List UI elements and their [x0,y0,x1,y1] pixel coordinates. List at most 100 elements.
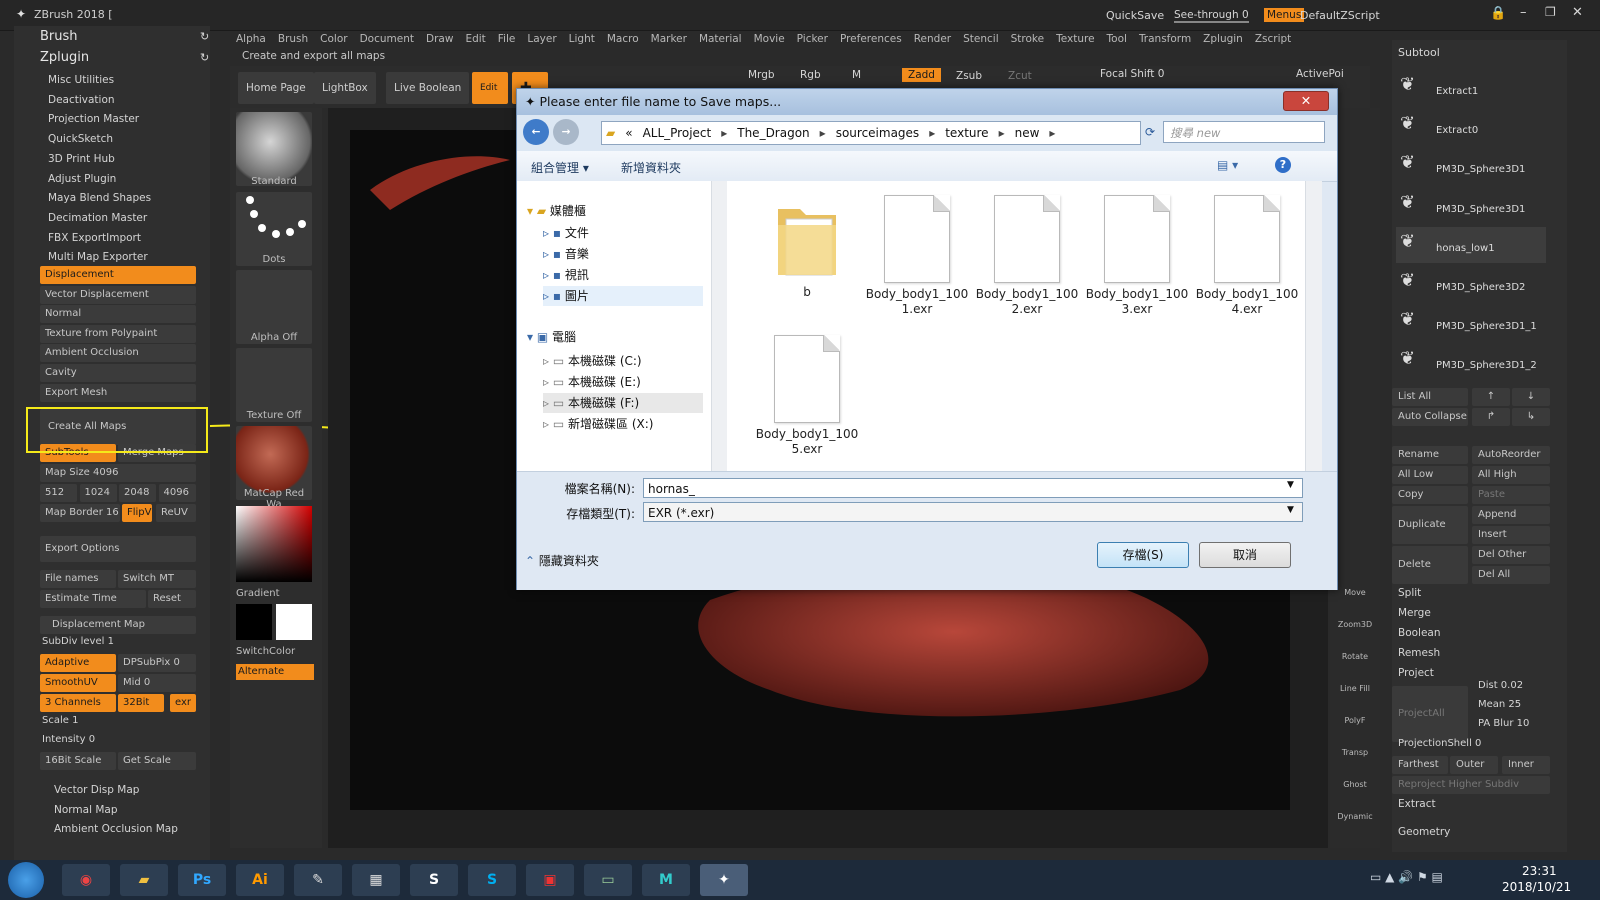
hide-folders-toggle[interactable]: ⌃ 隱藏資料夾 [525,552,599,569]
path-arrow-icon[interactable]: ▸ [929,126,935,140]
ao-map-section[interactable]: Ambient Occlusion Map [54,820,210,838]
switch-mt-button[interactable]: Switch MT [118,570,196,588]
plugin-item[interactable]: Multi Map Exporter [48,248,204,266]
minimize-icon[interactable]: – [1520,5,1527,20]
menu-picker[interactable]: Picker [791,30,834,48]
path-breadcrumb[interactable]: ▰ « ALL_Project ▸ The_Dragon ▸ sourceimages ▸ te… [601,121,1141,145]
organize-menu[interactable]: 組合管理 ▾ [531,159,589,176]
subtool-row[interactable]: ❦ PM3D_Sphere3D1 [1396,148,1546,184]
path-segment[interactable]: sourceimages [836,126,919,140]
live-boolean-button[interactable]: Live Boolean [386,72,470,104]
path-segment[interactable]: « [625,126,632,140]
path-segment[interactable]: new [1015,126,1040,140]
subtool-row[interactable]: ❦ honas_low1 [1396,226,1546,263]
search-input[interactable]: 搜尋 new [1163,121,1325,143]
menu-movie[interactable]: Movie [748,30,791,48]
close-icon[interactable]: ✕ [1572,5,1583,20]
insert-button[interactable]: Insert [1472,526,1550,544]
all-high-button[interactable]: All High [1472,466,1550,484]
map-size-preset[interactable]: 512 [40,484,77,502]
list-all-button[interactable]: List All [1392,388,1468,406]
alternate-toggle[interactable]: Alternate [236,664,314,680]
maya-icon[interactable]: M [642,864,690,896]
flipv-toggle[interactable]: FlipV [122,504,152,522]
map-size-preset[interactable]: 2048 [119,484,156,502]
shelf-button[interactable]: Line Fill [1334,684,1376,693]
merge-section[interactable]: Merge [1398,607,1431,619]
drive-item[interactable]: ▹ ▭ 本機磁碟 (E:) [543,372,641,392]
drive-item[interactable]: ▹ ▭ 新增磁碟區 (X:) [543,414,653,434]
primary-color-swatch[interactable] [236,604,272,640]
reuv-toggle[interactable]: ReUV [156,504,196,522]
map-border-slider[interactable]: Map Border 16 [40,504,120,522]
plugin-item[interactable]: Deactivation [48,91,204,109]
map-size-preset[interactable]: 4096 [158,484,196,502]
switchcolor-button[interactable]: SwitchColor [236,646,295,657]
map-size-preset[interactable]: 1024 [79,484,117,502]
adaptive-toggle[interactable]: Adaptive [40,654,116,672]
library-item[interactable]: ▹ ▪ 圖片 [543,286,703,306]
path-segment[interactable]: ALL_Project [643,126,712,140]
projection-shell-slider[interactable]: ProjectionShell 0 [1398,738,1481,749]
see-through-slider[interactable]: See-through 0 [1174,9,1249,23]
refresh-icon[interactable]: ⟳ [1145,125,1155,139]
zcut-button[interactable]: Zcut [1008,70,1032,82]
color-picker[interactable] [236,506,312,582]
secondary-color-swatch[interactable] [276,604,312,640]
menu-document[interactable]: Document [354,30,420,48]
subtool-row[interactable]: ❦ PM3D_Sphere3D2 [1396,266,1546,302]
sketchbook-icon[interactable]: S [410,864,458,896]
plugin-item[interactable]: Maya Blend Shapes [48,189,204,207]
menu-file[interactable]: File [492,30,522,48]
geometry-section[interactable]: Geometry [1398,826,1450,838]
menus-toggle[interactable]: Menus [1264,8,1305,22]
path-segment[interactable]: The_Dragon [737,126,809,140]
plugin-item[interactable]: Decimation Master [48,209,204,227]
menu-alpha[interactable]: Alpha [230,30,272,48]
project-all-button[interactable]: ProjectAll [1392,686,1468,742]
library-item[interactable]: ▹ ▪ 音樂 [543,244,589,264]
smoothuv-toggle[interactable]: SmoothUV [40,674,116,692]
shelf-button[interactable]: Rotate [1334,652,1376,661]
map-size-slider[interactable]: Map Size 4096 [40,464,196,482]
subdiv-level-slider[interactable]: SubDiv level 1 [42,633,198,651]
skype-icon[interactable]: S [468,864,516,896]
explorer-icon[interactable]: ▰ [120,864,168,896]
16bit-scale-button[interactable]: 16Bit Scale [40,752,116,770]
path-arrow-icon[interactable]: ▸ [999,126,1005,140]
delete-button[interactable]: Delete [1392,546,1468,584]
new-folder-button[interactable]: 新增資料夾 [621,159,681,176]
start-button-icon[interactable] [8,862,44,898]
path-arrow-icon[interactable]: ▸ [721,126,727,140]
append-button[interactable]: Append [1472,506,1550,524]
del-all-button[interactable]: Del All [1472,566,1550,584]
shelf-button[interactable]: Move [1334,588,1376,597]
file-item[interactable]: Body_body1_1005.exr [755,329,859,457]
zplugin-menu[interactable]: Zplugin [40,50,89,65]
remesh-section[interactable]: Remesh [1398,647,1440,659]
autoreorder-button[interactable]: AutoReorder [1472,446,1550,464]
refresh-icon[interactable]: ↻ [200,30,209,43]
file-item[interactable]: Body_body1_1003.exr [1085,189,1189,317]
libraries-node[interactable]: ▾ ▰ 媒體櫃 [527,201,586,221]
menu-preferences[interactable]: Preferences [834,30,908,48]
quicksave-button[interactable]: QuickSave [1106,9,1164,22]
all-low-button[interactable]: All Low [1392,466,1468,484]
menu-material[interactable]: Material [693,30,748,48]
get-scale-button[interactable]: Get Scale [118,752,196,770]
map-type-item[interactable]: Export Mesh [40,383,196,402]
bit-toggle[interactable]: 32Bit [118,694,164,712]
edit-button[interactable]: Edit [472,72,508,104]
monitor-icon[interactable]: ▭ [584,864,632,896]
move-up-icon[interactable]: ↱ [1472,408,1510,426]
channels-toggle[interactable]: 3 Channels [40,694,116,712]
outer-button[interactable]: Outer [1450,756,1498,774]
exr-toggle[interactable]: exr [170,694,196,712]
auto-collapse-button[interactable]: Auto Collapse [1392,408,1468,426]
plugin-item[interactable]: QuickSketch [48,130,204,148]
menu-brush[interactable]: Brush [272,30,314,48]
chrome-icon[interactable]: ◉ [62,864,110,896]
export-options-section[interactable]: Export Options [40,536,196,562]
shelf-button[interactable]: Transp [1334,748,1376,757]
map-type-item[interactable]: Displacement [40,266,196,284]
